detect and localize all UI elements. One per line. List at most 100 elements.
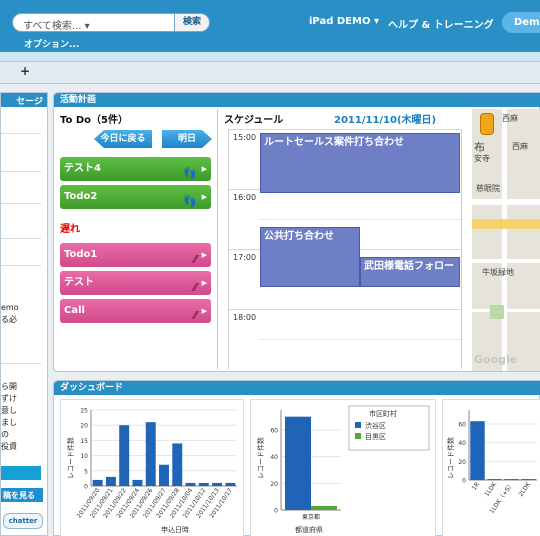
overdue-label: 遅れ bbox=[60, 224, 80, 235]
map-view[interactable]: 西麻 布 安寺 西麻 慈眼院 牛坂緑地 Google bbox=[472, 109, 540, 371]
y-tick-label: 20 bbox=[270, 481, 278, 488]
map-label: 安寺 bbox=[474, 154, 490, 163]
back-to-today-button[interactable]: 今日に戻る bbox=[94, 130, 152, 148]
dashboard-chart-card[interactable]: レコード件数 都道府県 市区町村 0 20 40 60 東京都 渋谷区 目黒区 bbox=[250, 399, 436, 536]
chevron-right-icon: ▶ bbox=[201, 165, 207, 173]
map-label: 西麻 bbox=[502, 114, 518, 123]
y-axis-label: レコード件数 bbox=[256, 437, 265, 479]
calendar-event[interactable]: 武田様電話フォロー bbox=[360, 257, 460, 287]
legend-title: 市区町村 bbox=[369, 409, 397, 418]
todo-item-label: Todo2 bbox=[64, 191, 98, 202]
user-menu-button[interactable]: Demo bbox=[502, 12, 540, 33]
chart-bar bbox=[132, 479, 143, 486]
time-label: 15:00 bbox=[233, 133, 257, 142]
todo-item[interactable]: テスト ⁄⁄ ▶ bbox=[60, 271, 211, 295]
time-label: 18:00 bbox=[233, 313, 257, 322]
list-item: の bbox=[1, 430, 9, 439]
y-tick-label: 60 bbox=[270, 428, 278, 435]
legend-swatch bbox=[355, 433, 361, 439]
view-posts-label: 稿を見る bbox=[3, 491, 35, 500]
time-label: 16:00 bbox=[233, 193, 257, 202]
list-item: 役資 bbox=[1, 442, 17, 451]
todo-heading: To Do（5件） bbox=[60, 115, 128, 126]
y-axis-label: レコード件数 bbox=[66, 437, 75, 479]
view-posts-button[interactable]: 稿を見る bbox=[1, 488, 43, 502]
chart-bar bbox=[487, 479, 502, 480]
divider bbox=[1, 171, 41, 172]
calendar-event[interactable]: 公共打ち合わせ bbox=[260, 227, 360, 287]
schedule-grid: 15:00 16:00 17:00 18:00 ルートセールス案件打ち合わせ 公… bbox=[228, 129, 461, 369]
dashboard-panel: ダッシュボード レコード件数 申込日時 0 5 10 15 20 25 2011/09/20… bbox=[53, 380, 540, 536]
help-training-link[interactable]: ヘルプ & トレーニング bbox=[388, 16, 494, 31]
divider bbox=[1, 265, 41, 266]
y-tick-label: 5 bbox=[84, 468, 88, 475]
dashboard-chart-card[interactable]: レコード件数 申込日時 0 5 10 15 20 25 2011/09/20 2011/09/… bbox=[60, 399, 244, 536]
divider bbox=[1, 238, 41, 239]
divider bbox=[1, 133, 41, 134]
todo-item-label: テスト bbox=[64, 277, 94, 288]
legend-label: 渋谷区 bbox=[365, 421, 386, 430]
chart-bar bbox=[285, 416, 311, 510]
x-tick-label: 東京都 bbox=[302, 513, 320, 521]
time-label: 17:00 bbox=[233, 253, 257, 262]
street-view-pegman-icon[interactable] bbox=[480, 113, 494, 135]
todo-item[interactable]: Todo1 ⁄⁄ ▶ bbox=[60, 243, 211, 267]
y-tick-label: 0 bbox=[84, 484, 88, 491]
chart-bar bbox=[198, 482, 209, 486]
schedule-date: 2011/11/10(木曜日) bbox=[334, 115, 437, 126]
list-item[interactable]: emo bbox=[1, 303, 19, 312]
chevron-right-icon: ▶ bbox=[201, 279, 207, 287]
chevron-right-icon: ▶ bbox=[201, 193, 207, 201]
left-panel-title-bar: セージ bbox=[1, 93, 47, 107]
footprints-icon: ⁄⁄ bbox=[193, 281, 197, 294]
search-button[interactable]: 検索 bbox=[174, 13, 210, 32]
chart-bar bbox=[159, 464, 169, 486]
y-tick-label: 40 bbox=[270, 454, 278, 461]
todo-item[interactable]: Call ⁄⁄ ▶ bbox=[60, 299, 211, 323]
chart-bar bbox=[521, 479, 536, 480]
divider bbox=[1, 363, 41, 364]
todo-item[interactable]: Todo2 👣 ▶ bbox=[60, 185, 211, 209]
list-item: ずけ bbox=[1, 394, 17, 403]
map-highway bbox=[472, 219, 540, 229]
todo-item-label: Todo1 bbox=[64, 249, 98, 260]
y-tick-label: 20 bbox=[458, 459, 466, 466]
map-label: 慈眼院 bbox=[476, 184, 500, 193]
list-item: ら開 bbox=[1, 382, 17, 391]
tab-bar bbox=[0, 52, 540, 62]
y-tick-label: 25 bbox=[80, 408, 88, 415]
schedule-heading: スケジュール bbox=[224, 115, 284, 126]
chart-bar bbox=[311, 506, 337, 510]
search-input[interactable]: すべて検索... ▾ bbox=[23, 17, 90, 32]
y-tick-label: 0 bbox=[274, 508, 278, 515]
half-hour-line bbox=[259, 219, 461, 220]
left-sidebar-panel: セージ emo る必 ら開 ずけ 意し まし の 役資 稿を見る chatter bbox=[0, 92, 48, 536]
list-item[interactable]: る必 bbox=[1, 314, 17, 325]
x-axis-label: 申込日時 bbox=[161, 525, 189, 534]
x-tick-label: 1LDK bbox=[483, 480, 498, 498]
dashboard-title: ダッシュボード bbox=[54, 381, 540, 395]
app-menu[interactable]: iPad DEMO ▾ bbox=[309, 16, 379, 27]
divider bbox=[217, 109, 218, 369]
chevron-right-icon: ▶ bbox=[201, 307, 207, 315]
chart-bar bbox=[212, 482, 223, 486]
calendar-event[interactable]: ルートセールス案件打ち合わせ bbox=[260, 133, 460, 193]
map-park bbox=[490, 305, 504, 319]
map-road bbox=[502, 109, 507, 371]
divider bbox=[461, 129, 462, 369]
tomorrow-button[interactable]: 明日 bbox=[162, 130, 212, 148]
dashboard-chart-card[interactable]: レコード件数 0 20 40 60 1R 1LDK 1LDK（+S） 2LDK bbox=[442, 399, 540, 536]
todo-item[interactable]: テスト4 👣 ▶ bbox=[60, 157, 211, 181]
y-tick-label: 10 bbox=[80, 453, 88, 460]
bar-chart: レコード件数 02040601R 1LDK1LDK（+S） 2LDK bbox=[446, 410, 537, 515]
footprints-icon: 👣 bbox=[183, 167, 197, 180]
app-menu-label: iPad DEMO bbox=[309, 16, 371, 27]
half-hour-line bbox=[259, 339, 461, 340]
x-tick-label: 2LDK bbox=[517, 480, 532, 498]
search-options-link[interactable]: オプション... bbox=[24, 37, 79, 50]
google-watermark: Google bbox=[474, 353, 518, 366]
activity-plan-panel: 活動計画 To Do（5件） 今日に戻る 明日 テスト4 👣 ▶ Todo2 👣… bbox=[53, 92, 540, 372]
chart-bar bbox=[504, 479, 519, 480]
bar-chart: レコード件数 申込日時 05101520252011/09/202011/09/… bbox=[66, 408, 237, 534]
add-tab-icon[interactable]: + bbox=[20, 64, 30, 78]
